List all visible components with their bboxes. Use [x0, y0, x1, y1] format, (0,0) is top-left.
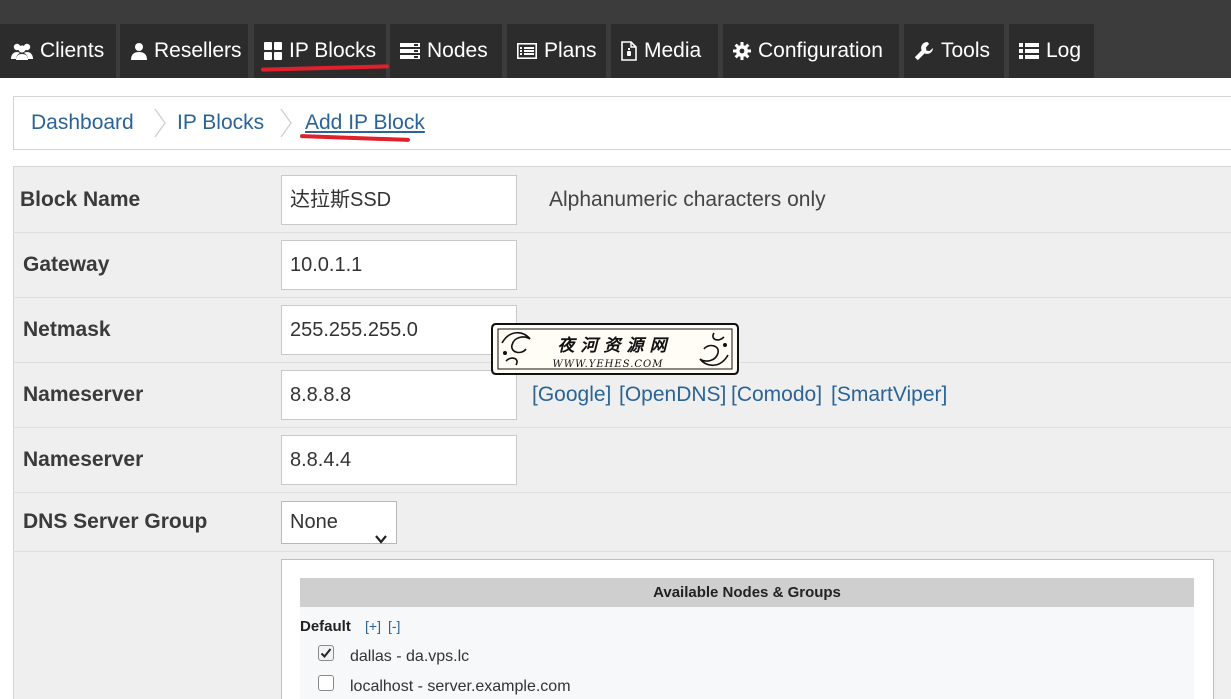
tab-label: Tools: [941, 39, 991, 62]
nameserver-2-label: Nameserver: [23, 448, 144, 471]
tab-label: IP Blocks: [289, 39, 377, 62]
tab-media[interactable]: Media: [611, 24, 718, 78]
file-icon: [621, 41, 637, 61]
list-alt-icon: [517, 43, 537, 59]
nameserver-2-input[interactable]: 8.8.4.4: [281, 435, 517, 485]
tab-resellers[interactable]: Resellers: [120, 24, 248, 78]
block-name-input[interactable]: 达拉斯SSD: [281, 175, 517, 225]
list-icon: [1019, 43, 1039, 59]
gear-icon: [733, 42, 751, 60]
nameserver-1-input[interactable]: 8.8.8.8: [281, 370, 517, 420]
nodes-panel-heading: Available Nodes & Groups: [300, 578, 1194, 607]
collapse-group-link[interactable]: [-]: [388, 618, 400, 634]
node-group-name: Default: [300, 618, 351, 635]
users-icon: [11, 42, 33, 60]
breadcrumb-separator: [153, 97, 167, 149]
netmask-input[interactable]: 255.255.255.0: [281, 305, 517, 355]
dns-preset-opendns-link[interactable]: [OpenDNS]: [619, 383, 726, 407]
block-name-hint: Alphanumeric characters only: [549, 188, 826, 211]
wrench-icon: [914, 41, 934, 61]
tab-label: Resellers: [154, 39, 242, 62]
tab-clients[interactable]: Clients: [0, 24, 116, 78]
gateway-input[interactable]: 10.0.1.1: [281, 240, 517, 290]
node-label: dallas - da.vps.lc: [350, 648, 470, 665]
grid-icon: [264, 42, 282, 60]
node-checkbox-dallas[interactable]: [318, 645, 334, 661]
dns-server-group-value: None: [290, 511, 338, 533]
chevron-down-icon: [375, 518, 387, 559]
node-checkbox-localhost[interactable]: [318, 675, 334, 691]
tab-tools[interactable]: Tools: [904, 24, 1004, 78]
tab-configuration[interactable]: Configuration: [723, 24, 899, 78]
tab-nodes[interactable]: Nodes: [390, 24, 502, 78]
tab-label: Configuration: [758, 39, 883, 62]
watermark-title: 夜河资源网: [558, 336, 673, 356]
row-divider: [13, 232, 1231, 233]
tab-log[interactable]: Log: [1009, 24, 1094, 78]
breadcrumb-dashboard[interactable]: Dashboard: [31, 97, 134, 149]
tab-label: Clients: [40, 39, 105, 62]
nameserver-1-label: Nameserver: [23, 383, 144, 406]
top-navigation-bar: Clients Resellers IP Blocks Nodes Plans …: [0, 0, 1231, 78]
breadcrumb: Dashboard IP Blocks Add IP Block: [13, 96, 1231, 150]
breadcrumb-separator: [279, 97, 293, 149]
row-divider: [13, 551, 1231, 552]
dns-server-group-label: DNS Server Group: [23, 510, 208, 533]
watermark-logo: 夜河资源网 WWW.YEHES.COM: [490, 321, 740, 377]
row-divider: [13, 297, 1231, 298]
watermark-url: WWW.YEHES.COM: [553, 359, 664, 370]
server-icon: [400, 43, 420, 59]
expand-group-link[interactable]: [+]: [365, 618, 381, 634]
tab-label: Log: [1046, 39, 1082, 62]
breadcrumb-ip-blocks[interactable]: IP Blocks: [177, 97, 264, 149]
dns-preset-google-link[interactable]: [Google]: [532, 383, 611, 407]
tab-plans[interactable]: Plans: [507, 24, 606, 78]
dns-preset-smartviper-link[interactable]: [SmartViper]: [831, 383, 947, 407]
row-divider: [13, 492, 1231, 493]
dns-preset-comodo-link[interactable]: [Comodo]: [731, 383, 822, 407]
checkmark-icon: [320, 648, 332, 658]
user-icon: [131, 42, 147, 60]
tab-label: Nodes: [427, 39, 488, 62]
netmask-label: Netmask: [23, 318, 111, 341]
row-divider: [13, 427, 1231, 428]
tab-label: Media: [644, 39, 702, 62]
node-label: localhost - server.example.com: [350, 678, 571, 695]
dns-server-group-select[interactable]: None: [281, 501, 397, 544]
block-name-label: Block Name: [20, 188, 141, 211]
gateway-label: Gateway: [23, 253, 110, 276]
tab-label: Plans: [544, 39, 597, 62]
